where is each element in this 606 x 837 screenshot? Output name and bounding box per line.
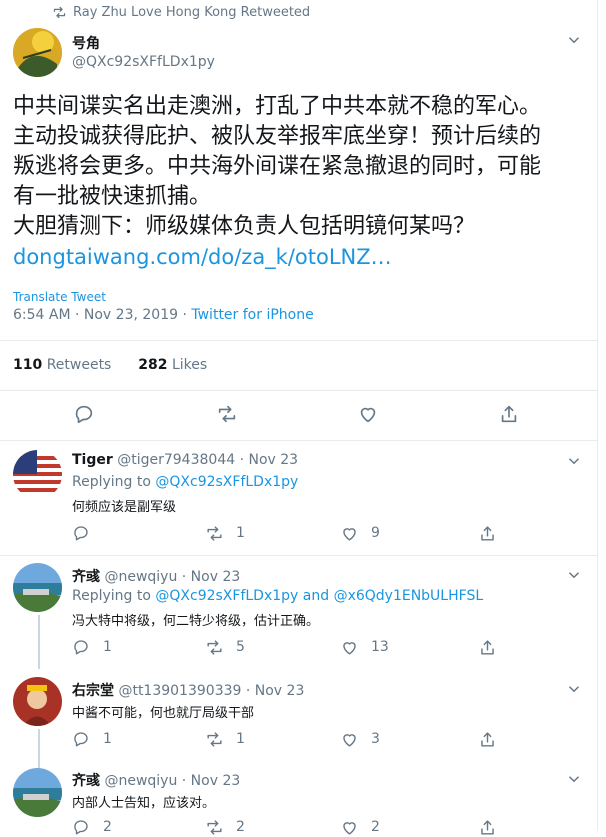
avatar[interactable] (13, 28, 62, 77)
chevron-down-icon[interactable] (565, 566, 583, 584)
replying-to: Replying to @QXc92sXFfLDx1py (72, 474, 298, 490)
replying-to-link[interactable]: @QXc92sXFfLDx1py (155, 474, 298, 490)
divider (0, 555, 597, 556)
like-count: 3 (371, 731, 380, 747)
reply-icon[interactable] (73, 403, 95, 425)
avatar[interactable] (13, 450, 62, 499)
like-icon[interactable] (340, 818, 359, 837)
retweet-icon[interactable] (205, 730, 224, 749)
reply-count: 1 (103, 639, 112, 655)
handle[interactable]: @QXc92sXFfLDx1py (72, 54, 215, 70)
tweet-text-line: 主动投诚获得庇护、被队友举报牢底坐穿！预计后续的 (13, 124, 542, 149)
divider (0, 390, 597, 391)
reply-count: 2 (103, 819, 112, 835)
reply-meta[interactable]: @newqiyu · Nov 23 (104, 773, 240, 789)
retweet-count: 5 (236, 639, 245, 655)
thread-line (38, 729, 40, 769)
thread-line (38, 615, 40, 669)
replying-to: Replying to @QXc92sXFfLDx1py and @x6Qdy1… (72, 588, 483, 604)
tweet-text: 中共间谍实名出走澳洲，打乱了中共本就不稳的军心。 主动投诚获得庇护、被队友举报牢… (13, 92, 593, 272)
like-icon[interactable] (357, 403, 379, 425)
display-name[interactable]: 号角 (72, 33, 100, 53)
reply-icon[interactable] (72, 524, 90, 542)
like-count: 13 (371, 639, 389, 655)
like-count: 2 (371, 819, 380, 835)
chevron-down-icon[interactable] (565, 452, 583, 470)
reply-header: Tiger @tiger79438044 · Nov 23 (72, 452, 298, 468)
reply-header: 右宗堂 @tt13901390339 · Nov 23 (72, 680, 304, 700)
reply-header: 齐彧 @newqiyu · Nov 23 (72, 770, 240, 790)
source-link[interactable]: Twitter for iPhone (191, 307, 313, 323)
timestamp-text[interactable]: 6:54 AM · Nov 23, 2019 · (13, 307, 191, 323)
avatar[interactable] (13, 677, 62, 726)
reply-text: 中酱不可能，何也就厅局级干部 (72, 706, 255, 721)
translate-tweet-link[interactable]: Translate Tweet (13, 290, 106, 304)
replying-prefix: Replying to (72, 474, 156, 490)
chevron-down-icon[interactable] (565, 770, 583, 788)
chevron-down-icon[interactable] (565, 680, 583, 698)
reply-meta[interactable]: @tiger79438044 · Nov 23 (117, 452, 298, 468)
share-icon[interactable] (478, 638, 497, 657)
reply-header: 齐彧 @newqiyu · Nov 23 (72, 566, 240, 586)
reply-meta[interactable]: @newqiyu · Nov 23 (104, 569, 240, 585)
reply-text: 何频应该是副军级 (72, 500, 177, 515)
tweet-text-line: 大胆猜测下：师级媒体负责人包括明镜何某吗？ (13, 214, 476, 239)
retweets-count[interactable]: 110 (13, 357, 42, 373)
retweet-count: 1 (236, 525, 245, 541)
reply-icon[interactable] (72, 638, 90, 656)
reply-author-name[interactable]: 右宗堂 (72, 683, 114, 699)
reply-author-name[interactable]: Tiger (72, 452, 113, 468)
tweet-link[interactable]: dongtaiwang.com/do/za_k/otoLNZ… (13, 242, 593, 272)
share-icon[interactable] (478, 730, 497, 749)
reply-icon[interactable] (72, 730, 90, 748)
likes-count[interactable]: 282 (138, 357, 167, 373)
like-icon[interactable] (340, 730, 359, 749)
engagement-stats: 110 Retweets 282 Likes (13, 357, 207, 373)
share-icon[interactable] (478, 524, 497, 543)
retweet-icon[interactable] (205, 638, 224, 657)
retweet-icon[interactable] (216, 403, 238, 425)
reply-author-name[interactable]: 齐彧 (72, 773, 100, 789)
divider (0, 440, 597, 441)
tweet-text-line: 叛逃将会更多。中共海外间谍在紧急撤退的同时，可能 (13, 154, 542, 179)
retweet-icon[interactable] (205, 818, 224, 837)
retweet-icon (52, 5, 67, 20)
avatar[interactable] (13, 768, 62, 817)
retweets-label[interactable]: Retweets (47, 357, 112, 373)
avatar[interactable] (13, 563, 62, 612)
tweet-text-line: 中共间谍实名出走澳洲，打乱了中共本就不稳的军心。 (13, 94, 542, 119)
tweet-text-line: 有一批被快速抓捕。 (13, 184, 212, 209)
like-icon[interactable] (340, 638, 359, 657)
retweet-count: 2 (236, 819, 245, 835)
reply-meta[interactable]: @tt13901390339 · Nov 23 (118, 683, 304, 699)
like-icon[interactable] (340, 524, 359, 543)
retweet-count: 1 (236, 731, 245, 747)
chevron-down-icon[interactable] (565, 31, 583, 49)
like-count: 9 (371, 525, 380, 541)
share-icon[interactable] (498, 403, 520, 425)
retweet-icon[interactable] (205, 524, 224, 543)
replying-prefix: Replying to (72, 588, 156, 604)
tweet-timestamp: 6:54 AM · Nov 23, 2019 · Twitter for iPh… (13, 307, 314, 323)
reply-text: 内部人士告知，应该对。 (72, 796, 216, 811)
reply-author-name[interactable]: 齐彧 (72, 569, 100, 585)
reply-count: 1 (103, 731, 112, 747)
replying-to-link[interactable]: @QXc92sXFfLDx1py and @x6Qdy1ENbULHFSL (155, 588, 483, 604)
column-border (597, 0, 598, 831)
share-icon[interactable] (478, 818, 497, 837)
reply-text: 冯大特中将级，何二特少将级，估计正确。 (72, 614, 320, 629)
likes-label[interactable]: Likes (172, 357, 207, 373)
retweet-banner[interactable]: Ray Zhu Love Hong Kong Retweeted (73, 5, 310, 20)
reply-icon[interactable] (72, 818, 90, 836)
divider (0, 340, 597, 341)
